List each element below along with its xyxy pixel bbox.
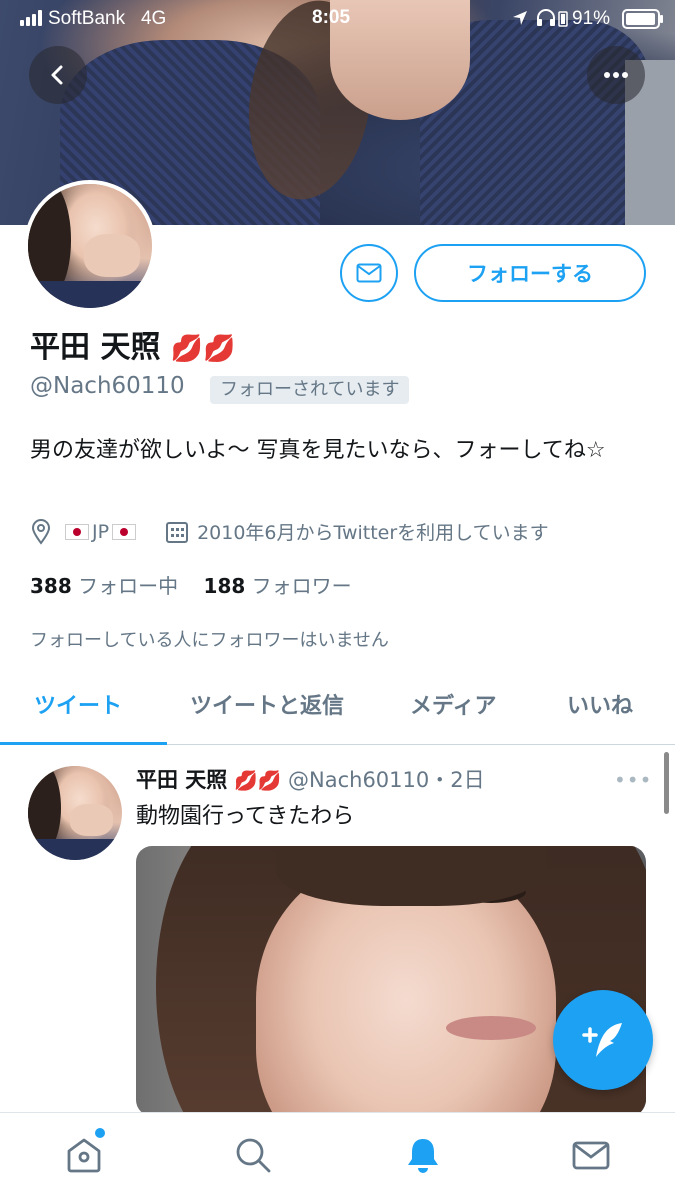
- back-button[interactable]: [29, 46, 87, 104]
- battery-icon: [622, 9, 663, 29]
- battery-percent: 91%: [572, 8, 611, 29]
- japan-flag-icon: [112, 523, 137, 540]
- tweet-author-handle: @Nach60110: [288, 768, 430, 792]
- more-options-button[interactable]: [587, 46, 645, 104]
- name-emoji: 💋💋: [170, 334, 236, 364]
- location-arrow-icon: [513, 11, 527, 25]
- profile-handle: @Nach60110: [30, 373, 185, 399]
- search-icon: [236, 1138, 271, 1173]
- nav-home[interactable]: [62, 1133, 106, 1177]
- envelope-icon: [356, 263, 382, 283]
- common-followers-note: フォローしている人にフォロワーはいません: [30, 630, 389, 651]
- home-icon: [67, 1138, 101, 1173]
- tab-media[interactable]: メディア: [410, 688, 496, 720]
- bottom-navigation: [0, 1112, 675, 1201]
- nav-notifications[interactable]: [401, 1133, 445, 1177]
- profile-location: JP: [92, 520, 110, 543]
- scrollbar[interactable]: [664, 752, 669, 814]
- chevron-left-icon: [51, 65, 63, 85]
- following-link[interactable]: 388 フォロー中: [30, 574, 178, 598]
- followers-link[interactable]: 188 フォロワー: [204, 574, 352, 598]
- compose-feather-icon: [582, 1023, 622, 1057]
- notifications-icon: [408, 1139, 438, 1173]
- tweet-author-emoji: 💋💋: [234, 770, 282, 792]
- calendar-icon: [166, 521, 189, 543]
- status-time: 8:05: [312, 7, 351, 28]
- display-name: 平田 天照 💋💋: [30, 322, 236, 366]
- signal-icon: [20, 10, 44, 26]
- profile-tabs: ツイート ツイートと返信 メディア いいね: [0, 680, 675, 745]
- battery-small-icon: [558, 11, 568, 27]
- tweet-header: 平田 天照 💋💋 @Nach60110・2日: [136, 764, 485, 794]
- messages-icon: [572, 1141, 610, 1170]
- follows-you-badge: フォローされています: [210, 376, 410, 404]
- profile-meta: JP 2010年6月からTwitterを利用しています: [30, 518, 549, 545]
- joined-date: 2010年6月からTwitterを利用しています: [197, 522, 549, 544]
- tweet-author-name[interactable]: 平田 天照: [136, 768, 227, 792]
- tweet-more-icon[interactable]: •••: [614, 768, 652, 792]
- follow-button[interactable]: フォローする: [414, 244, 646, 302]
- follow-stats: 388 フォロー中 188 フォロワー: [30, 570, 352, 599]
- tweet-text: 動物園行ってきたわら: [136, 804, 355, 829]
- tab-tweets-replies[interactable]: ツイートと返信: [190, 688, 344, 720]
- nav-messages[interactable]: [569, 1133, 613, 1177]
- home-new-indicator: [95, 1128, 105, 1138]
- tab-likes[interactable]: いいね: [567, 688, 633, 720]
- profile-avatar[interactable]: [24, 180, 156, 312]
- japan-flag-icon: [65, 523, 89, 540]
- display-name-text: 平田 天照: [30, 330, 161, 365]
- profile-bio: 男の友達が欲しいよ〜 写真を見たいなら、フォーしてね☆: [30, 438, 606, 463]
- location-pin-icon: [31, 518, 51, 545]
- nav-search[interactable]: [231, 1133, 275, 1177]
- more-horizontal-icon: [604, 72, 628, 78]
- headphones-icon: [537, 9, 555, 26]
- message-button[interactable]: [340, 244, 398, 302]
- active-tab-indicator: [0, 742, 167, 745]
- tweet-time: ・2日: [429, 768, 485, 792]
- tab-tweets[interactable]: ツイート: [34, 688, 122, 720]
- tweet-avatar[interactable]: [28, 766, 122, 860]
- carrier-label: SoftBank 4G: [48, 8, 167, 29]
- compose-tweet-button[interactable]: [553, 990, 653, 1090]
